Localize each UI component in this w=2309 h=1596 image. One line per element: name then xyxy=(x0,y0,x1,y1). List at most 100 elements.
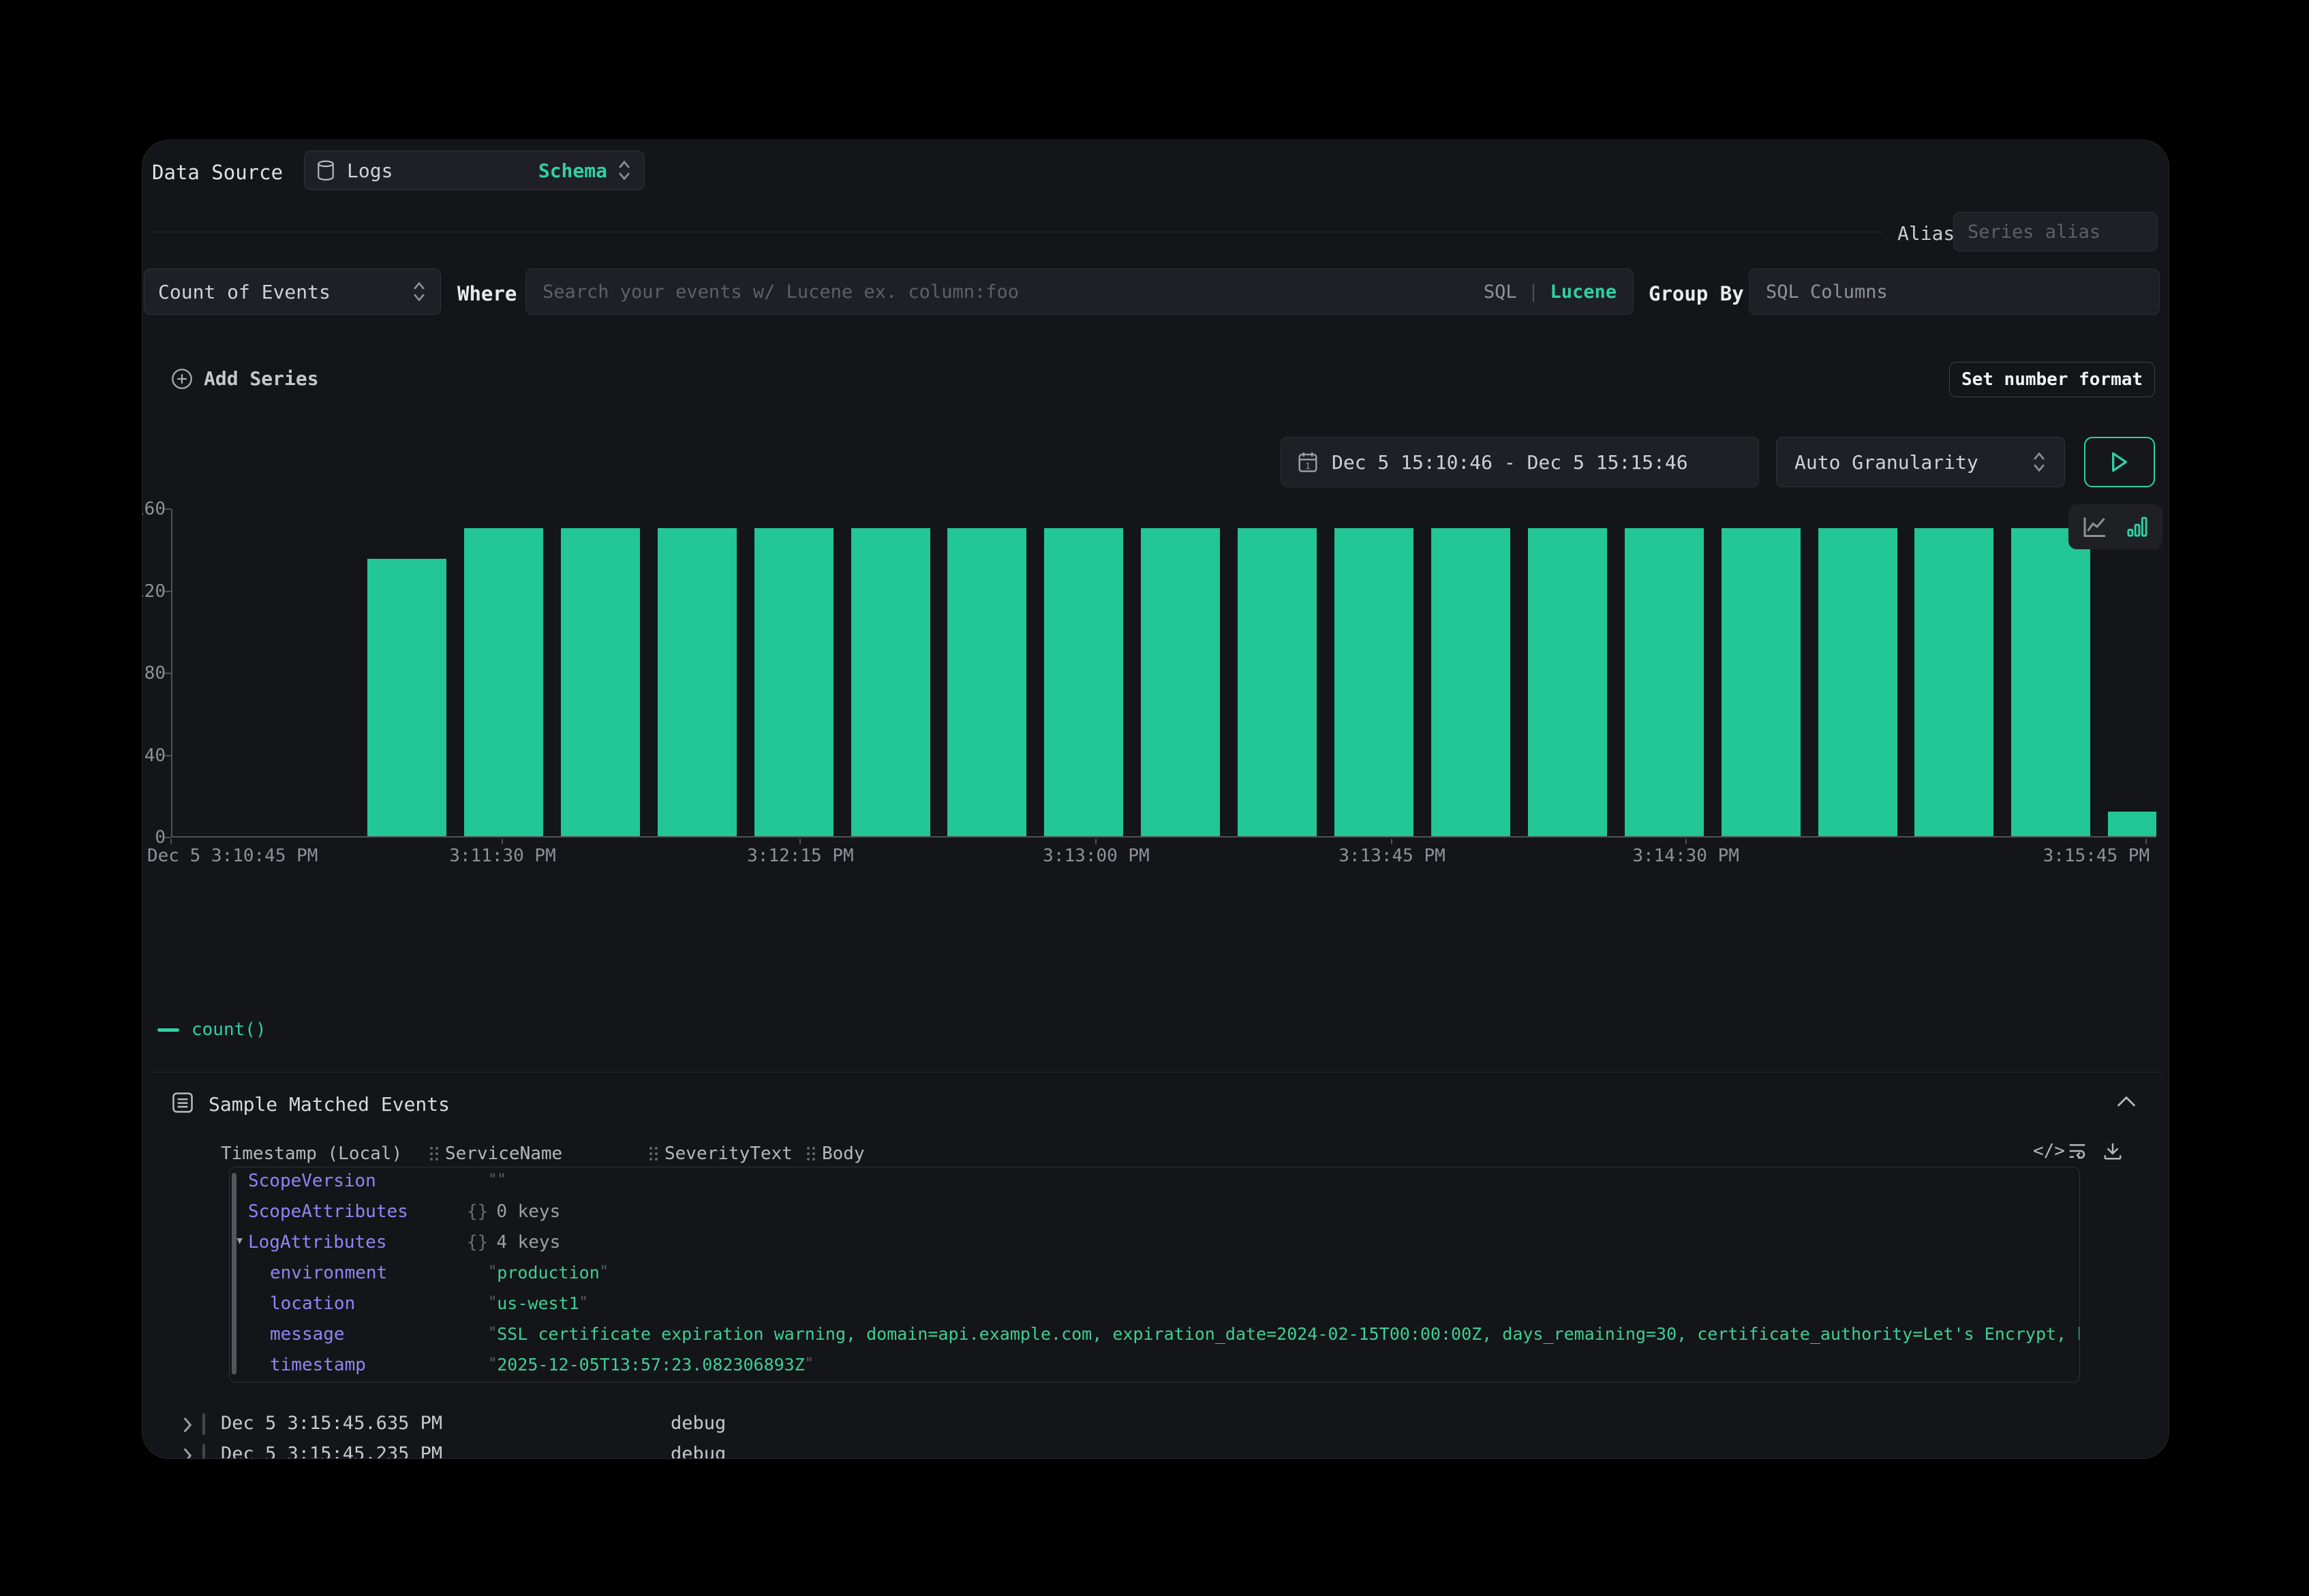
run-query-button[interactable] xyxy=(2084,437,2155,487)
x-tick-label: 3:15:45 PM xyxy=(2043,846,2150,866)
sql-mode-toggle[interactable]: SQL xyxy=(1484,281,1517,303)
chart-bar[interactable] xyxy=(1238,528,1317,836)
chart-bar[interactable] xyxy=(658,528,737,836)
granularity-select[interactable]: Auto Granularity xyxy=(1776,437,2065,487)
mode-separator: | xyxy=(1528,281,1539,303)
json-key: ScopeVersion xyxy=(248,1171,376,1191)
time-range-picker[interactable]: 1 Dec 5 15:10:46 - Dec 5 15:15:46 xyxy=(1281,437,1759,487)
y-tick-mark xyxy=(164,837,171,838)
x-tick-label: 3:13:00 PM xyxy=(1043,846,1150,866)
json-value: "us-west1" xyxy=(488,1293,588,1314)
json-value: "2025-12-05T13:57:23.082306893Z" xyxy=(488,1355,814,1375)
svg-text:1: 1 xyxy=(1305,461,1310,471)
granularity-value: Auto Granularity xyxy=(1794,451,1978,474)
chart-explorer-panel: Data Source Logs Schema Alias Series ali… xyxy=(142,140,2169,1459)
data-source-select[interactable]: Logs Schema xyxy=(304,151,645,190)
column-header-body[interactable]: Body xyxy=(807,1144,865,1164)
json-value: "production" xyxy=(488,1263,609,1283)
json-key: ScopeAttributes xyxy=(248,1201,408,1222)
x-tick-label: 3:12:15 PM xyxy=(747,846,854,866)
chart-bar[interactable] xyxy=(1044,528,1123,836)
search-input[interactable]: Search your events w/ Lucene ex. column:… xyxy=(525,268,1634,315)
drag-handle-icon[interactable] xyxy=(649,1147,658,1161)
x-tick-label: 3:14:30 PM xyxy=(1632,846,1739,866)
event-severity: debug xyxy=(671,1443,726,1459)
x-tick-mark xyxy=(1391,839,1392,844)
chart-bar[interactable] xyxy=(1334,528,1413,836)
event-row[interactable]: Dec 5 3:15:45.635 PM debug xyxy=(142,1409,2169,1440)
section-divider xyxy=(149,1072,2163,1073)
legend-swatch xyxy=(157,1028,179,1032)
chart-y-axis: 16012080400 xyxy=(142,509,171,838)
chevron-updown-icon xyxy=(617,158,632,183)
chart-bar[interactable] xyxy=(1528,528,1607,836)
y-tick-mark xyxy=(164,673,171,674)
alias-label: Alias xyxy=(1897,222,1955,245)
chart-bar[interactable] xyxy=(947,528,1026,836)
expand-triangle-icon[interactable]: ▾ xyxy=(235,1232,244,1249)
data-source-label: Data Source xyxy=(152,161,283,184)
schema-link[interactable]: Schema xyxy=(538,159,607,182)
severity-indicator-bar xyxy=(202,1413,205,1435)
x-tick-label: 3:13:45 PM xyxy=(1339,846,1446,866)
json-key: LogAttributes xyxy=(248,1232,387,1253)
group-by-input[interactable]: SQL Columns xyxy=(1749,268,2160,315)
drag-handle-icon[interactable] xyxy=(430,1147,438,1161)
database-icon xyxy=(317,160,335,181)
calendar-icon: 1 xyxy=(1298,451,1318,473)
column-header-severitytext[interactable]: SeverityText xyxy=(649,1144,793,1164)
chart-bar[interactable] xyxy=(367,559,446,836)
chart-bar[interactable] xyxy=(1431,528,1510,836)
group-by-placeholder: SQL Columns xyxy=(1766,281,1888,303)
chart-bar[interactable] xyxy=(1141,528,1220,836)
bar-chart-icon[interactable] xyxy=(2126,515,2148,538)
collapse-chevron-icon[interactable] xyxy=(2116,1094,2137,1108)
chart-bar[interactable] xyxy=(754,528,834,836)
set-number-format-button[interactable]: Set number format xyxy=(1949,362,2155,397)
x-tick-label: 3:11:30 PM xyxy=(449,846,556,866)
json-viewer-panel: ScopeVersion""ScopeAttributes{}0 keys▾Lo… xyxy=(229,1167,2080,1383)
play-icon xyxy=(2110,451,2129,473)
download-icon[interactable] xyxy=(2102,1141,2123,1161)
add-series-button[interactable]: Add Series xyxy=(171,367,319,390)
drag-handle-icon[interactable] xyxy=(807,1147,815,1161)
search-placeholder: Search your events w/ Lucene ex. column:… xyxy=(542,281,1019,303)
chart-bar[interactable] xyxy=(1625,528,1704,836)
x-tick-mark xyxy=(2145,839,2147,844)
chart-bar[interactable] xyxy=(1818,528,1897,836)
sample-events-title: Sample Matched Events xyxy=(209,1093,450,1116)
chevron-right-icon[interactable] xyxy=(182,1416,193,1434)
y-tick-label: 160 xyxy=(142,499,166,519)
event-row[interactable]: Dec 5 3:15:45.235 PMdebug xyxy=(142,1440,2169,1459)
json-key: environment xyxy=(270,1263,387,1283)
x-tick-mark xyxy=(1095,839,1097,844)
chart-bar[interactable] xyxy=(561,528,640,836)
chart-bar[interactable] xyxy=(851,528,930,836)
wrap-text-icon[interactable] xyxy=(2067,1141,2088,1161)
list-icon xyxy=(172,1092,194,1114)
lucene-mode-toggle[interactable]: Lucene xyxy=(1550,281,1617,303)
y-tick-mark xyxy=(164,755,171,756)
x-tick-label: Dec 5 3:10:45 PM xyxy=(147,846,318,866)
aggregation-select[interactable]: Count of Events xyxy=(144,268,441,315)
line-chart-icon[interactable] xyxy=(2083,515,2107,538)
chart-legend[interactable]: count() xyxy=(157,1019,266,1040)
y-tick-label: 40 xyxy=(142,746,166,766)
event-timestamp: Dec 5 3:15:45.635 PM xyxy=(221,1413,442,1434)
column-header-servicename[interactable]: ServiceName xyxy=(430,1144,562,1164)
y-tick-label: 80 xyxy=(142,663,166,684)
data-source-value: Logs xyxy=(347,159,393,182)
alias-input[interactable]: Series alias xyxy=(1953,212,2158,251)
severity-indicator-bar xyxy=(202,1444,205,1459)
chart-bar[interactable] xyxy=(1722,528,1801,836)
chevron-right-icon[interactable] xyxy=(182,1447,193,1459)
code-icon[interactable]: </> xyxy=(2033,1141,2065,1161)
chevron-updown-icon xyxy=(412,279,427,304)
chart-bar[interactable] xyxy=(2011,528,2090,836)
chart-bar[interactable] xyxy=(2108,812,2156,836)
event-severity: debug xyxy=(671,1413,726,1434)
chart-bar[interactable] xyxy=(1914,528,1993,836)
chart-bar[interactable] xyxy=(464,528,543,836)
column-header-timestamp[interactable]: Timestamp (Local) xyxy=(221,1144,402,1164)
chevron-updown-icon xyxy=(2032,450,2047,474)
